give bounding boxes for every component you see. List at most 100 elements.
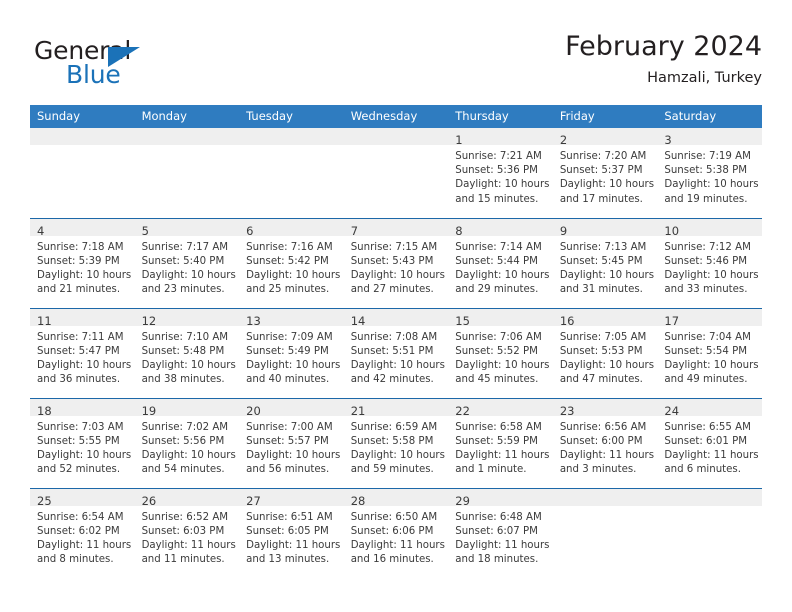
calendar-day-cell[interactable]: 12 Sunrise: 7:10 AM Sunset: 5:48 PM Dayligh… (134, 308, 240, 399)
calendar-day-cell[interactable]: 28 Sunrise: 6:50 AM Sunset: 6:06 PM Dayligh… (343, 488, 449, 578)
day-number: 16 (559, 313, 575, 328)
daylight-text-line1: Daylight: 10 hours (141, 449, 236, 461)
calendar-day-cell[interactable]: 1 Sunrise: 7:21 AM Sunset: 5:36 PM Daylight… (448, 128, 553, 219)
calendar-day-cell[interactable]: 17 Sunrise: 7:04 AM Sunset: 5:54 PM Dayligh… (657, 308, 762, 399)
general-blue-logo[interactable]: General Blue (34, 36, 234, 92)
calendar-day-cell[interactable]: 3 Sunrise: 7:19 AM Sunset: 5:38 PM Daylight… (657, 128, 762, 219)
calendar-day-cell[interactable]: 29 Sunrise: 6:48 AM Sunset: 6:07 PM Dayligh… (448, 488, 553, 578)
daylight-text-line2: and 36 minutes. (37, 374, 121, 386)
day-number-strip (30, 128, 135, 145)
sunrise-text: Sunrise: 7:15 AM (350, 241, 438, 253)
day-number-strip: 14 (343, 308, 449, 327)
sunrise-text: Sunrise: 6:50 AM (350, 511, 438, 523)
daylight-text-line2: and 11 minutes. (141, 554, 225, 566)
calendar-day-cell[interactable]: 16 Sunrise: 7:05 AM Sunset: 5:53 PM Dayligh… (552, 308, 658, 399)
sunrise-text: Sunrise: 7:11 AM (37, 331, 124, 343)
calendar-day-cell[interactable]: 7 Sunrise: 7:15 AM Sunset: 5:43 PM Daylight… (343, 218, 449, 309)
day-details: Sunrise: 7:03 AM Sunset: 5:55 PM Daylight:… (30, 416, 135, 478)
daylight-text-line2: and 59 minutes. (350, 464, 434, 476)
daylight-text-line2: and 38 minutes. (141, 374, 225, 386)
daylight-text-line1: Daylight: 10 hours (37, 269, 132, 281)
calendar-day-cell[interactable]: 24 Sunrise: 6:55 AM Sunset: 6:01 PM Dayligh… (657, 398, 762, 489)
calendar-day-cell[interactable]: 26 Sunrise: 6:52 AM Sunset: 6:03 PM Dayligh… (134, 488, 240, 578)
day-number-strip (134, 128, 240, 145)
daylight-text-line1: Daylight: 10 hours (37, 449, 132, 461)
day-number: 1 (455, 133, 463, 147)
sunrise-text: Sunrise: 7:00 AM (246, 421, 333, 433)
day-number-strip: 9 (552, 218, 658, 237)
day-details: Sunrise: 7:11 AM Sunset: 5:47 PM Daylight:… (30, 326, 135, 388)
sunset-text: Sunset: 5:43 PM (350, 255, 434, 267)
calendar-day-cell[interactable]: 14 Sunrise: 7:08 AM Sunset: 5:51 PM Dayligh… (343, 308, 449, 399)
calendar-day-cell[interactable]: 15 Sunrise: 7:06 AM Sunset: 5:52 PM Dayligh… (448, 308, 553, 399)
day-details: Sunrise: 7:20 AM Sunset: 5:37 PM Daylight:… (553, 145, 658, 207)
sunrise-text: Sunrise: 7:16 AM (246, 241, 333, 253)
sunrise-text: Sunrise: 7:08 AM (350, 331, 438, 343)
sunset-text: Sunset: 5:38 PM (664, 165, 748, 177)
sunset-text: Sunset: 5:56 PM (141, 435, 225, 447)
sunset-text: Sunset: 5:54 PM (664, 345, 748, 357)
day-number-strip: 20 (239, 398, 344, 417)
day-number-strip (343, 128, 449, 145)
calendar-day-cell[interactable]: 18 Sunrise: 7:03 AM Sunset: 5:55 PM Dayligh… (30, 398, 135, 489)
sunrise-text: Sunrise: 7:09 AM (246, 331, 333, 343)
sunset-text: Sunset: 5:47 PM (37, 345, 120, 357)
sunset-text: Sunset: 5:53 PM (559, 345, 643, 357)
calendar-day-cell[interactable]: 27 Sunrise: 6:51 AM Sunset: 6:05 PM Dayligh… (239, 488, 344, 578)
calendar-day-cell[interactable]: 20 Sunrise: 7:00 AM Sunset: 5:57 PM Dayligh… (239, 398, 344, 489)
daylight-text-line2: and 13 minutes. (246, 554, 330, 566)
day-details: Sunrise: 6:51 AM Sunset: 6:05 PM Daylight:… (239, 506, 344, 568)
calendar-day-cell[interactable]: 25 Sunrise: 6:54 AM Sunset: 6:02 PM Dayligh… (30, 488, 135, 578)
daylight-text-line2: and 16 minutes. (350, 554, 434, 566)
calendar-day-cell[interactable]: 6 Sunrise: 7:16 AM Sunset: 5:42 PM Daylight… (239, 218, 344, 309)
calendar-day-cell[interactable]: 9 Sunrise: 7:13 AM Sunset: 5:45 PM Daylight… (552, 218, 658, 309)
day-number: 29 (455, 493, 470, 508)
daylight-text-line2: and 19 minutes. (664, 193, 748, 205)
sunrise-text: Sunrise: 7:13 AM (559, 241, 647, 253)
daylight-text-line2: and 40 minutes. (246, 374, 330, 386)
calendar-day-cell[interactable]: 5 Sunrise: 7:17 AM Sunset: 5:40 PM Daylight… (134, 218, 240, 309)
daylight-text-line2: and 52 minutes. (37, 464, 121, 476)
calendar-week-row: 4 Sunrise: 7:18 AM Sunset: 5:39 PM Daylight… (30, 218, 762, 309)
day-number: 21 (350, 403, 366, 418)
daylight-text-line2: and 47 minutes. (559, 374, 643, 386)
weekday-header-thursday: Thursday (448, 105, 553, 128)
day-number-strip: 6 (239, 218, 344, 237)
calendar-day-cell[interactable]: 8 Sunrise: 7:14 AM Sunset: 5:44 PM Daylight… (448, 218, 553, 309)
day-details: Sunrise: 7:16 AM Sunset: 5:42 PM Daylight:… (239, 236, 344, 298)
calendar-day-cell[interactable]: 10 Sunrise: 7:12 AM Sunset: 5:46 PM Dayligh… (657, 218, 762, 309)
sunrise-text: Sunrise: 6:51 AM (246, 511, 333, 523)
sunset-text: Sunset: 6:00 PM (559, 435, 643, 447)
daylight-text-line1: Daylight: 11 hours (559, 449, 655, 461)
daylight-text-line1: Daylight: 10 hours (350, 449, 445, 461)
calendar-day-cell[interactable]: 11 Sunrise: 7:11 AM Sunset: 5:47 PM Dayligh… (30, 308, 135, 399)
sunset-text: Sunset: 5:51 PM (350, 345, 434, 357)
calendar-week-row: 18 Sunrise: 7:03 AM Sunset: 5:55 PM Dayligh… (30, 398, 762, 489)
daylight-text-line1: Daylight: 11 hours (455, 449, 550, 461)
sunset-text: Sunset: 5:44 PM (455, 255, 538, 267)
daylight-text-line2: and 29 minutes. (455, 284, 539, 296)
calendar-day-cell[interactable]: 23 Sunrise: 6:56 AM Sunset: 6:00 PM Dayligh… (552, 398, 658, 489)
calendar-day-cell[interactable]: 21 Sunrise: 6:59 AM Sunset: 5:58 PM Dayligh… (343, 398, 449, 489)
calendar-day-cell[interactable]: 4 Sunrise: 7:18 AM Sunset: 5:39 PM Daylight… (30, 218, 135, 309)
calendar-day-cell[interactable]: 22 Sunrise: 6:58 AM Sunset: 5:59 PM Dayligh… (448, 398, 553, 489)
day-number-strip (239, 128, 344, 145)
daylight-text-line1: Daylight: 10 hours (141, 359, 236, 371)
day-number: 27 (246, 493, 261, 508)
day-number-strip: 28 (343, 488, 449, 508)
daylight-text-line2: and 17 minutes. (559, 193, 643, 205)
day-details: Sunrise: 7:00 AM Sunset: 5:57 PM Daylight:… (239, 416, 344, 478)
day-details (239, 145, 344, 150)
daylight-text-line1: Daylight: 11 hours (37, 539, 132, 551)
sunrise-text: Sunrise: 7:14 AM (455, 241, 542, 253)
day-number: 28 (350, 493, 366, 508)
calendar-day-cell[interactable]: 2 Sunrise: 7:20 AM Sunset: 5:37 PM Daylight… (552, 128, 658, 219)
day-number-strip: 18 (30, 398, 135, 417)
sunset-text: Sunset: 6:02 PM (37, 525, 120, 537)
page-header: General Blue February 2024 Hamzali, Turk… (30, 30, 762, 100)
daylight-text-line2: and 3 minutes. (559, 464, 637, 476)
calendar-day-cell[interactable]: 19 Sunrise: 7:02 AM Sunset: 5:56 PM Dayligh… (134, 398, 240, 489)
daylight-text-line1: Daylight: 10 hours (37, 359, 132, 371)
calendar-day-cell[interactable]: 13 Sunrise: 7:09 AM Sunset: 5:49 PM Dayligh… (239, 308, 344, 399)
sunset-text: Sunset: 6:07 PM (455, 525, 538, 537)
